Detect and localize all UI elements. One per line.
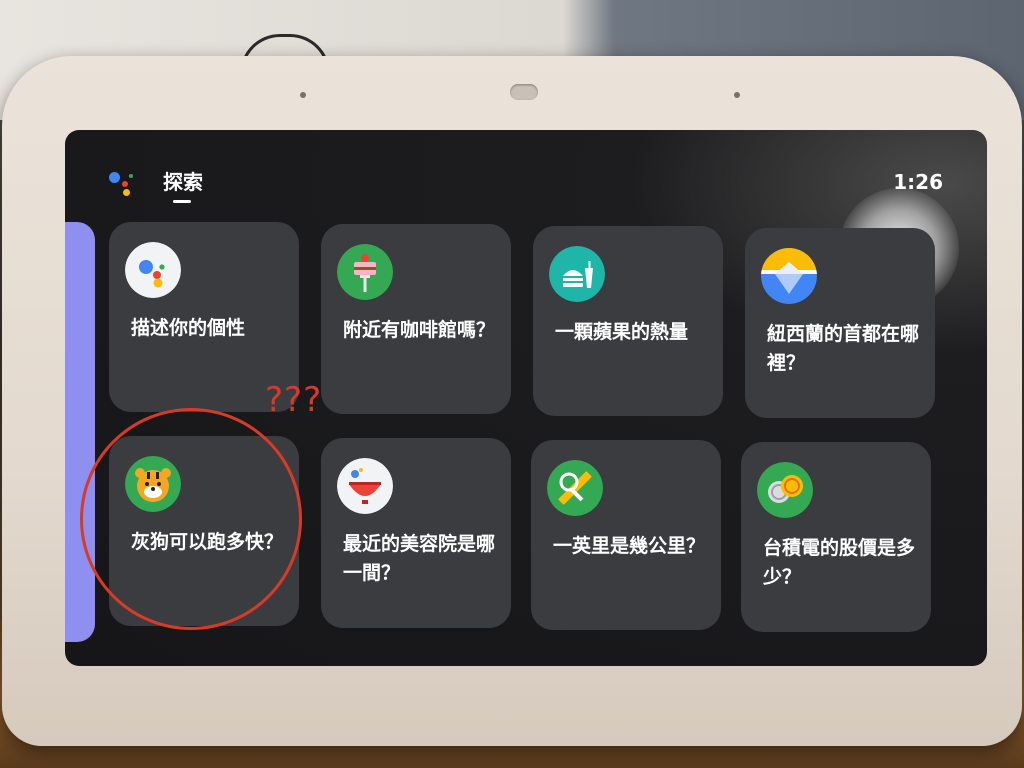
annotation-circle (80, 408, 302, 630)
camera (510, 84, 538, 100)
food-burger-drink-icon (549, 246, 605, 302)
suggestion-card[interactable]: 一顆蘋果的熱量 (533, 226, 723, 416)
coins-icon (757, 462, 813, 518)
sensor-right (734, 92, 740, 98)
suggestion-label: 一英里是幾公里？ (553, 535, 706, 557)
sensor-left (300, 92, 306, 98)
cake-fork-icon (337, 244, 393, 300)
suggestion-card[interactable]: 台積電的股價是多少？ (741, 442, 931, 632)
bowl-icon (337, 458, 393, 514)
suggestion-card[interactable]: 最近的美容院是哪一間？ (321, 438, 511, 628)
suggestion-card[interactable]: 紐西蘭的首都在哪裡？ (745, 228, 935, 418)
ruler-magnifier-icon (547, 460, 603, 516)
iceberg-icon (761, 248, 817, 304)
suggestion-label: 描述你的個性 (131, 317, 246, 339)
annotation-text: ??? (265, 380, 323, 420)
suggestion-label: 台積電的股價是多少？ (763, 537, 916, 588)
suggestion-card[interactable]: 附近有咖啡館嗎？ (321, 224, 511, 414)
suggestion-label: 最近的美容院是哪一間？ (343, 533, 496, 584)
suggestion-card[interactable]: 一英里是幾公里？ (531, 440, 721, 630)
google-assistant-icon (125, 242, 181, 298)
suggestion-label: 附近有咖啡館嗎？ (343, 319, 496, 341)
suggestion-label: 紐西蘭的首都在哪裡？ (767, 323, 920, 374)
suggestion-label: 一顆蘋果的熱量 (555, 321, 689, 343)
